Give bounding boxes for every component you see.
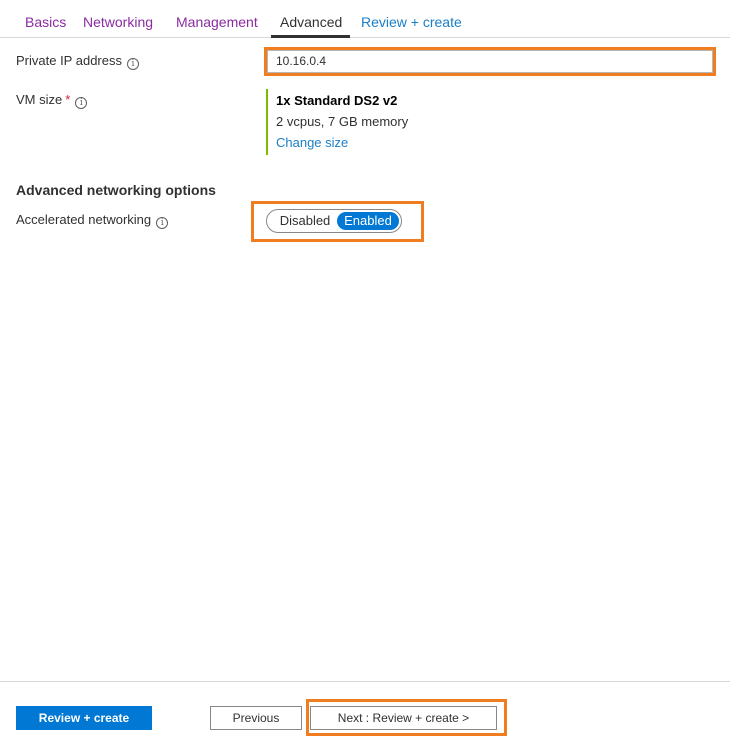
advanced-networking-heading: Advanced networking options [16,182,216,198]
vm-size-name: 1x Standard DS2 v2 [276,93,398,108]
tab-networking[interactable]: Networking [83,0,153,38]
active-tab-indicator [271,35,350,38]
accelerated-networking-label: Accelerated networking [16,212,152,227]
vm-size-spec: 2 vcpus, 7 GB memory [276,114,409,129]
private-ip-input[interactable]: 10.16.0.4 [267,50,713,73]
tab-review-create[interactable]: Review + create [361,0,462,38]
info-icon[interactable]: i [156,217,169,229]
next-review-create-button[interactable]: Next : Review + create > [310,706,497,730]
info-icon[interactable]: i [126,58,139,70]
tab-basics[interactable]: Basics [25,0,66,38]
tab-advanced[interactable]: Advanced [280,0,342,38]
previous-button[interactable]: Previous [210,706,302,730]
vm-create-advanced-page: Basics Networking Management Advanced Re… [0,0,730,745]
footer-divider [0,681,730,682]
info-icon[interactable]: i [75,97,88,109]
change-size-link[interactable]: Change size [276,135,486,150]
vm-size-label: VM size [16,92,63,107]
required-marker: * [65,92,71,107]
toggle-option-disabled[interactable]: Disabled [271,212,339,230]
accelerated-networking-label-row: Accelerated networking i [16,212,169,229]
private-ip-label: Private IP address [16,53,122,68]
wizard-tabs: Basics Networking Management Advanced Re… [0,0,730,38]
accelerated-networking-toggle[interactable]: Disabled Enabled [266,209,402,233]
vm-size-summary: 1x Standard DS2 v2 2 vcpus, 7 GB memory … [266,89,486,155]
review-create-button[interactable]: Review + create [16,706,152,730]
tab-management[interactable]: Management [176,0,258,38]
toggle-option-enabled[interactable]: Enabled [337,212,399,230]
private-ip-label-row: Private IP address i [16,53,139,70]
vm-size-label-row: VM size * i [16,92,88,109]
